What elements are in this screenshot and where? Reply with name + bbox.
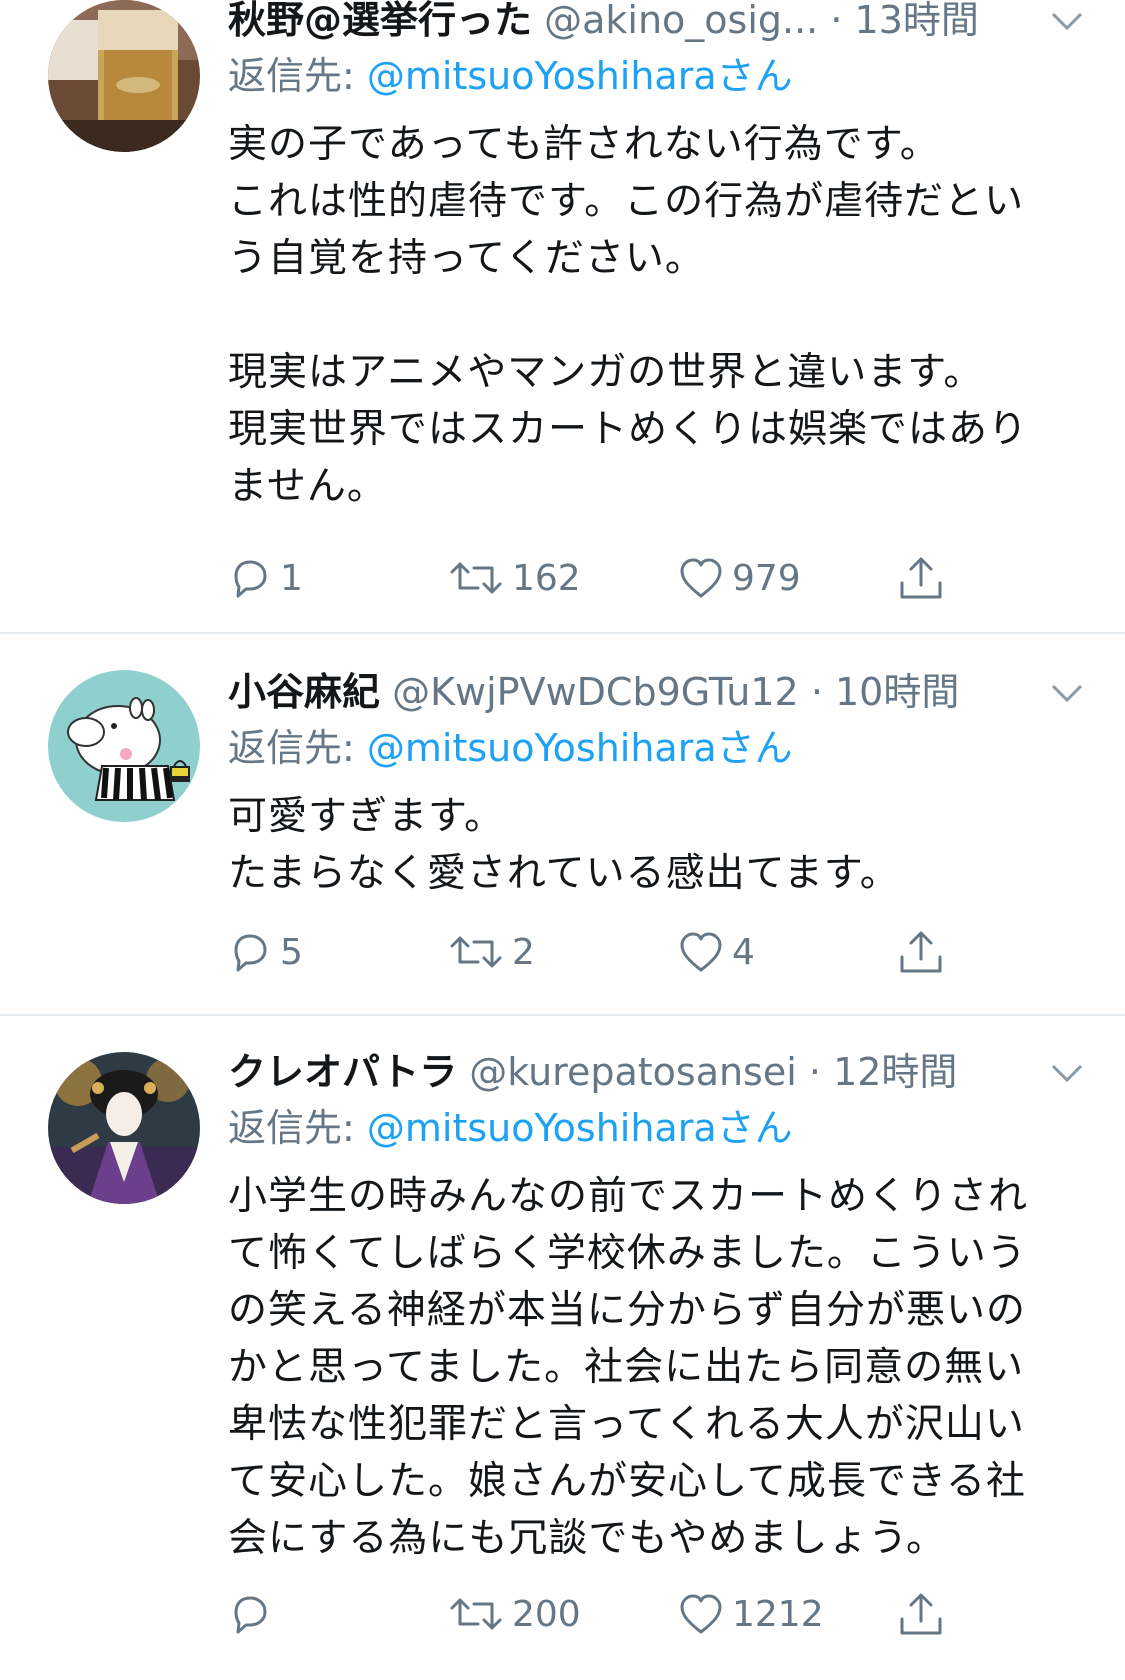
retweet-icon bbox=[450, 562, 502, 594]
reply-icon bbox=[234, 560, 267, 598]
reply-prefix: 返信先: bbox=[228, 1106, 367, 1150]
tweet-text: 実の子であっても許されない行為です。 これは性的虐待です。この行為が虐待だとい … bbox=[228, 122, 1029, 509]
separator-dot: · bbox=[810, 670, 823, 714]
timestamp[interactable]: 10時間 bbox=[835, 670, 959, 714]
reply-to: 返信先: @mitsuoYoshiharaさん bbox=[228, 1100, 1105, 1158]
reply-mention-link[interactable]: @mitsuoYoshiharaさん bbox=[367, 1106, 793, 1150]
tweet-header: 秋野@選挙行った @akino_osig... · 13時間 bbox=[228, 0, 1105, 48]
like-count: 4 bbox=[732, 931, 755, 973]
share-icon bbox=[900, 1593, 942, 1635]
reply-count: 5 bbox=[280, 931, 303, 973]
handle[interactable]: @akino_osig... bbox=[544, 0, 818, 42]
tweet-text: 小学生の時みんなの前でスカートめくりされ て怖くてしばらく学校休みました。こうい… bbox=[228, 1174, 1029, 1561]
geisha-avatar bbox=[48, 1052, 200, 1204]
reply-button[interactable]: 5 bbox=[228, 922, 303, 982]
tweet-header: 小谷麻紀 @KwjPVwDCb9GTu12 · 10時間 bbox=[228, 664, 1105, 720]
reply-to: 返信先: @mitsuoYoshiharaさん bbox=[228, 720, 1105, 778]
separator-dot: · bbox=[808, 1050, 821, 1094]
share-button[interactable] bbox=[898, 1584, 944, 1644]
retweet-count: 2 bbox=[512, 931, 535, 973]
like-button[interactable]: 1212 bbox=[678, 1584, 824, 1644]
chevron-down-icon[interactable] bbox=[1049, 1056, 1085, 1088]
display-name[interactable]: 小谷麻紀 bbox=[228, 670, 380, 714]
beer-glass-avatar bbox=[48, 0, 200, 152]
timestamp[interactable]: 13時間 bbox=[855, 0, 979, 42]
tweet[interactable]: 秋野@選挙行った @akino_osig... · 13時間 返信先: @mit… bbox=[0, 0, 1125, 634]
share-button[interactable] bbox=[898, 922, 944, 982]
avatar[interactable] bbox=[48, 670, 200, 822]
retweet-button[interactable]: 200 bbox=[448, 1584, 581, 1644]
avatar[interactable] bbox=[48, 0, 200, 152]
retweet-count: 200 bbox=[512, 1593, 581, 1635]
share-icon bbox=[900, 557, 942, 599]
heart-icon bbox=[680, 558, 722, 598]
reply-icon bbox=[234, 1596, 267, 1634]
tweet[interactable]: 小谷麻紀 @KwjPVwDCb9GTu12 · 10時間 返信先: @mitsu… bbox=[0, 634, 1125, 1016]
like-count: 1212 bbox=[732, 1593, 824, 1635]
like-button[interactable]: 4 bbox=[678, 922, 755, 982]
heart-icon bbox=[680, 1594, 722, 1634]
reply-mention-link[interactable]: @mitsuoYoshiharaさん bbox=[367, 54, 793, 98]
avatar[interactable] bbox=[48, 1052, 200, 1204]
retweet-button[interactable]: 2 bbox=[448, 922, 535, 982]
chevron-down-icon[interactable] bbox=[1049, 4, 1085, 36]
share-icon bbox=[900, 931, 942, 973]
separator-dot: · bbox=[830, 0, 843, 42]
retweet-count: 162 bbox=[512, 557, 581, 599]
reply-to: 返信先: @mitsuoYoshiharaさん bbox=[228, 48, 1105, 106]
like-button[interactable]: 979 bbox=[678, 548, 801, 608]
reply-icon bbox=[234, 934, 267, 972]
reply-count: 1 bbox=[280, 557, 303, 599]
retweet-icon bbox=[450, 936, 502, 968]
timestamp[interactable]: 12時間 bbox=[833, 1050, 957, 1094]
reply-button[interactable] bbox=[228, 1584, 280, 1644]
heart-icon bbox=[680, 932, 722, 972]
action-bar: 1 162 979 bbox=[228, 548, 1125, 608]
tweet[interactable]: クレオパトラ @kurepatosansei · 12時間 返信先: @mits… bbox=[0, 1016, 1125, 1680]
chevron-down-icon[interactable] bbox=[1049, 676, 1085, 708]
display-name[interactable]: クレオパトラ bbox=[228, 1050, 457, 1094]
like-count: 979 bbox=[732, 557, 801, 599]
reply-prefix: 返信先: bbox=[228, 54, 367, 98]
retweet-icon bbox=[450, 1598, 502, 1630]
moomin-avatar bbox=[48, 670, 200, 822]
tweet-header: クレオパトラ @kurepatosansei · 12時間 bbox=[228, 1044, 1105, 1100]
action-bar: 200 1212 bbox=[228, 1584, 1125, 1644]
handle[interactable]: @kurepatosansei bbox=[469, 1050, 797, 1094]
action-bar: 5 2 4 bbox=[228, 922, 1125, 982]
display-name[interactable]: 秋野@選挙行った bbox=[228, 0, 532, 42]
reply-prefix: 返信先: bbox=[228, 726, 367, 770]
tweet-text: 可愛すぎます。 たまらなく愛されている感出てます。 bbox=[228, 794, 900, 896]
share-button[interactable] bbox=[898, 548, 944, 608]
reply-mention-link[interactable]: @mitsuoYoshiharaさん bbox=[367, 726, 793, 770]
handle[interactable]: @KwjPVwDCb9GTu12 bbox=[392, 670, 799, 714]
retweet-button[interactable]: 162 bbox=[448, 548, 581, 608]
reply-button[interactable]: 1 bbox=[228, 548, 303, 608]
